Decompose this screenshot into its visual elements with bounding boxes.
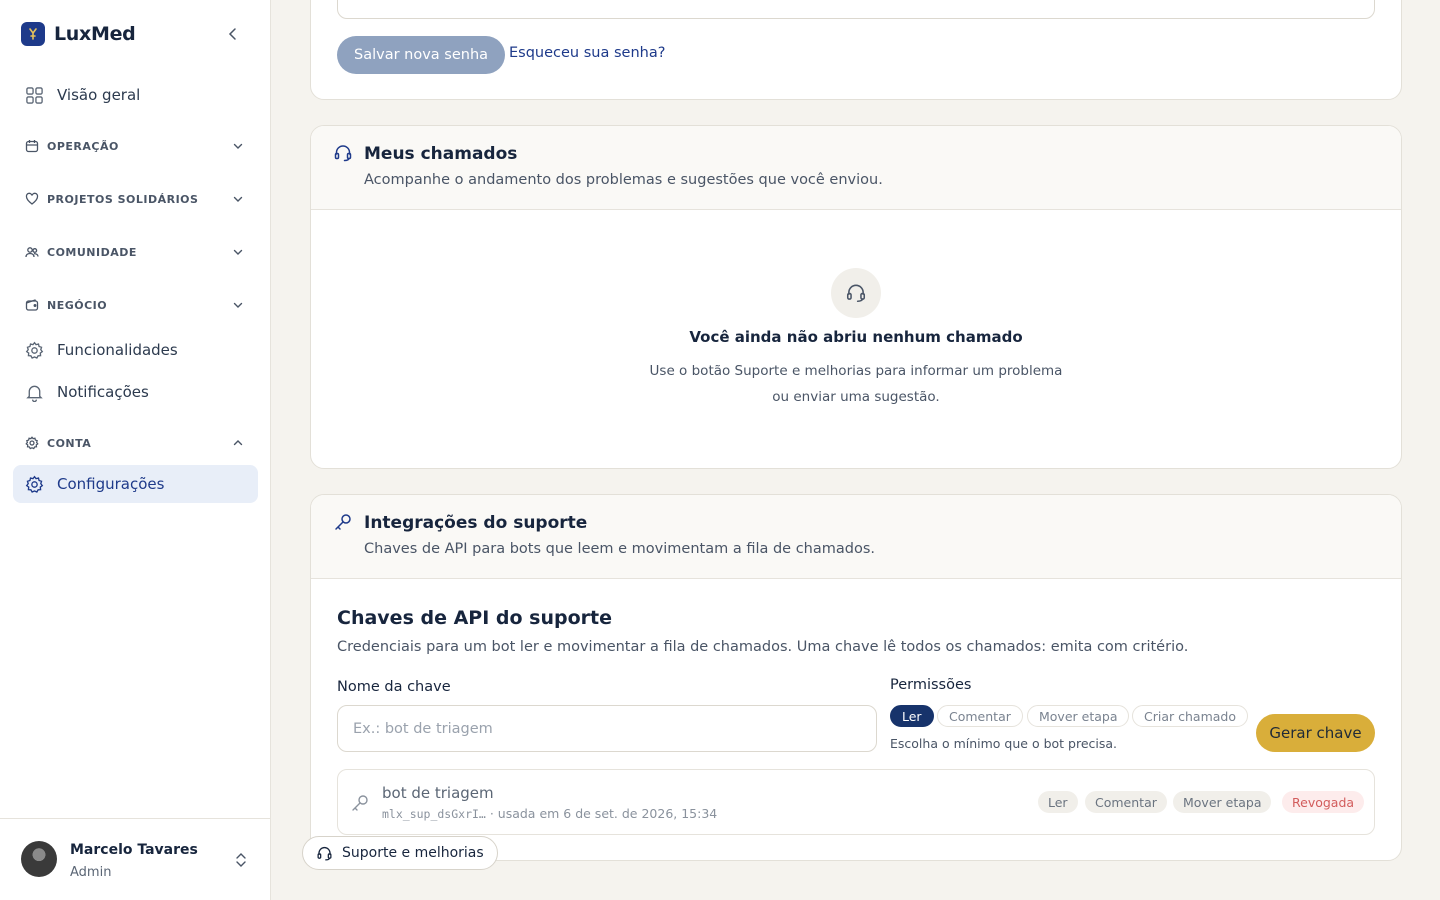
gear-icon	[25, 341, 44, 359]
tickets-title: Meus chamados	[364, 144, 518, 164]
gear-icon	[25, 475, 44, 493]
sidebar-section-label: PROJETOS SOLIDÁRIOS	[47, 192, 199, 206]
integrations-title: Integrações do suporte	[364, 513, 588, 533]
sidebar-item-label: Configurações	[57, 475, 165, 493]
permission-chip-mover-etapa[interactable]: Mover etapa	[1027, 705, 1130, 727]
sidebar-section-operacao[interactable]: OPERAÇÃO	[13, 131, 258, 161]
collapse-sidebar-button[interactable]	[222, 23, 244, 45]
permissions-label: Permissões	[890, 677, 972, 693]
headset-icon	[317, 846, 332, 861]
new-password-input[interactable]	[337, 0, 1375, 19]
luxmed-logo-icon	[21, 22, 45, 46]
sidebar-item-label: Visão geral	[57, 86, 141, 104]
api-key-prefix: mlx_sup_dsGxrI…	[382, 807, 486, 821]
permission-chip-ler[interactable]: Ler	[890, 705, 934, 727]
support-feedback-button[interactable]: Suporte e melhorias	[302, 836, 498, 870]
heart-icon	[25, 192, 39, 205]
permissions-hint: Escolha o mínimo que o bot precisa.	[890, 736, 1118, 751]
sidebar-item-label: Funcionalidades	[57, 341, 178, 359]
gear-icon	[25, 436, 39, 450]
empty-state-icon	[831, 268, 881, 318]
integrations-card: Integrações do suporte Chaves de API par…	[310, 494, 1402, 861]
sidebar-item-configuracoes[interactable]: Configurações	[13, 465, 258, 503]
sidebar-section-label: OPERAÇÃO	[47, 139, 119, 153]
sidebar: LuxMed Visão geral OPERAÇÃO PROJETOS SOL…	[0, 0, 271, 900]
api-keys-title: Chaves de API do suporte	[337, 607, 612, 629]
integrations-card-header: Integrações do suporte Chaves de API par…	[311, 495, 1401, 579]
key-icon	[335, 514, 351, 530]
sidebar-section-negocio[interactable]: NEGÓCIO	[13, 290, 258, 320]
user-role: Admin	[70, 865, 112, 880]
sidebar-item-notificacoes[interactable]: Notificações	[13, 373, 258, 411]
users-icon	[25, 247, 39, 258]
api-keys-description: Credenciais para um bot ler e movimentar…	[337, 639, 1189, 655]
key-name-input[interactable]	[337, 705, 877, 752]
key-name-label: Nome da chave	[337, 679, 451, 695]
api-key-meta: mlx_sup_dsGxrI… · usada em 6 de set. de …	[382, 806, 717, 821]
sidebar-section-label: COMUNIDADE	[47, 245, 137, 259]
sidebar-section-label: CONTA	[47, 436, 92, 450]
brand[interactable]: LuxMed	[21, 21, 136, 47]
user-name: Marcelo Tavares	[70, 842, 198, 858]
api-key-status-badge: Revogada	[1282, 791, 1365, 813]
grid-icon	[26, 86, 43, 104]
bell-icon	[26, 385, 43, 402]
sidebar-section-comunidade[interactable]: COMUNIDADE	[13, 237, 258, 267]
save-password-button[interactable]: Salvar nova senha	[337, 36, 506, 74]
avatar	[21, 841, 57, 877]
api-key-tag-comentar: Comentar	[1085, 791, 1167, 813]
chevron-up-icon	[233, 440, 243, 446]
sidebar-item-label: Notificações	[57, 383, 149, 401]
tickets-subtitle: Acompanhe o andamento dos problemas e su…	[364, 172, 883, 188]
brand-name: LuxMed	[54, 23, 136, 45]
empty-state-description: Use o botão Suporte e melhorias para inf…	[649, 363, 1063, 405]
sidebar-section-label: NEGÓCIO	[47, 298, 108, 312]
permission-chip-comentar[interactable]: Comentar	[937, 705, 1023, 727]
key-icon	[352, 795, 368, 811]
password-card: Salvar nova senha Esqueceu sua senha?	[310, 0, 1402, 100]
chevrons-up-down-icon[interactable]	[232, 851, 250, 869]
sidebar-section-projetos[interactable]: PROJETOS SOLIDÁRIOS	[13, 184, 258, 214]
chevron-down-icon	[233, 302, 243, 308]
chevron-down-icon	[233, 249, 243, 255]
integrations-subtitle: Chaves de API para bots que leem e movim…	[364, 541, 876, 557]
user-footer[interactable]: Marcelo Tavares Admin	[0, 818, 271, 900]
sidebar-item-funcionalidades[interactable]: Funcionalidades	[13, 331, 258, 369]
support-button-label: Suporte e melhorias	[342, 845, 484, 861]
api-key-tag-mover-etapa: Mover etapa	[1173, 791, 1272, 813]
generate-key-button[interactable]: Gerar chave	[1256, 714, 1375, 752]
permission-chip-criar-chamado[interactable]: Criar chamado	[1132, 705, 1248, 727]
wallet-icon	[25, 299, 39, 311]
api-key-name: bot de triagem	[382, 784, 494, 802]
chevron-down-icon	[233, 143, 243, 149]
forgot-password-link[interactable]: Esqueceu sua senha?	[509, 45, 665, 61]
sidebar-section-conta[interactable]: CONTA	[13, 428, 258, 458]
calendar-icon	[25, 140, 39, 153]
empty-state-title: Você ainda não abriu nenhum chamado	[689, 328, 1023, 346]
api-key-usage: · usada em 6 de set. de 2026, 15:34	[485, 806, 718, 821]
api-key-tag-ler: Ler	[1038, 791, 1078, 813]
tickets-card: Meus chamados Acompanhe o andamento dos …	[310, 125, 1402, 469]
chevron-left-icon	[228, 28, 236, 40]
api-key-row: bot de triagem mlx_sup_dsGxrI… · usada e…	[337, 769, 1375, 835]
headset-icon	[846, 284, 866, 303]
sidebar-item-visao-geral[interactable]: Visão geral	[13, 76, 258, 114]
tickets-card-header: Meus chamados Acompanhe o andamento dos …	[311, 126, 1401, 210]
chevron-down-icon	[233, 196, 243, 202]
headset-icon	[334, 145, 352, 162]
